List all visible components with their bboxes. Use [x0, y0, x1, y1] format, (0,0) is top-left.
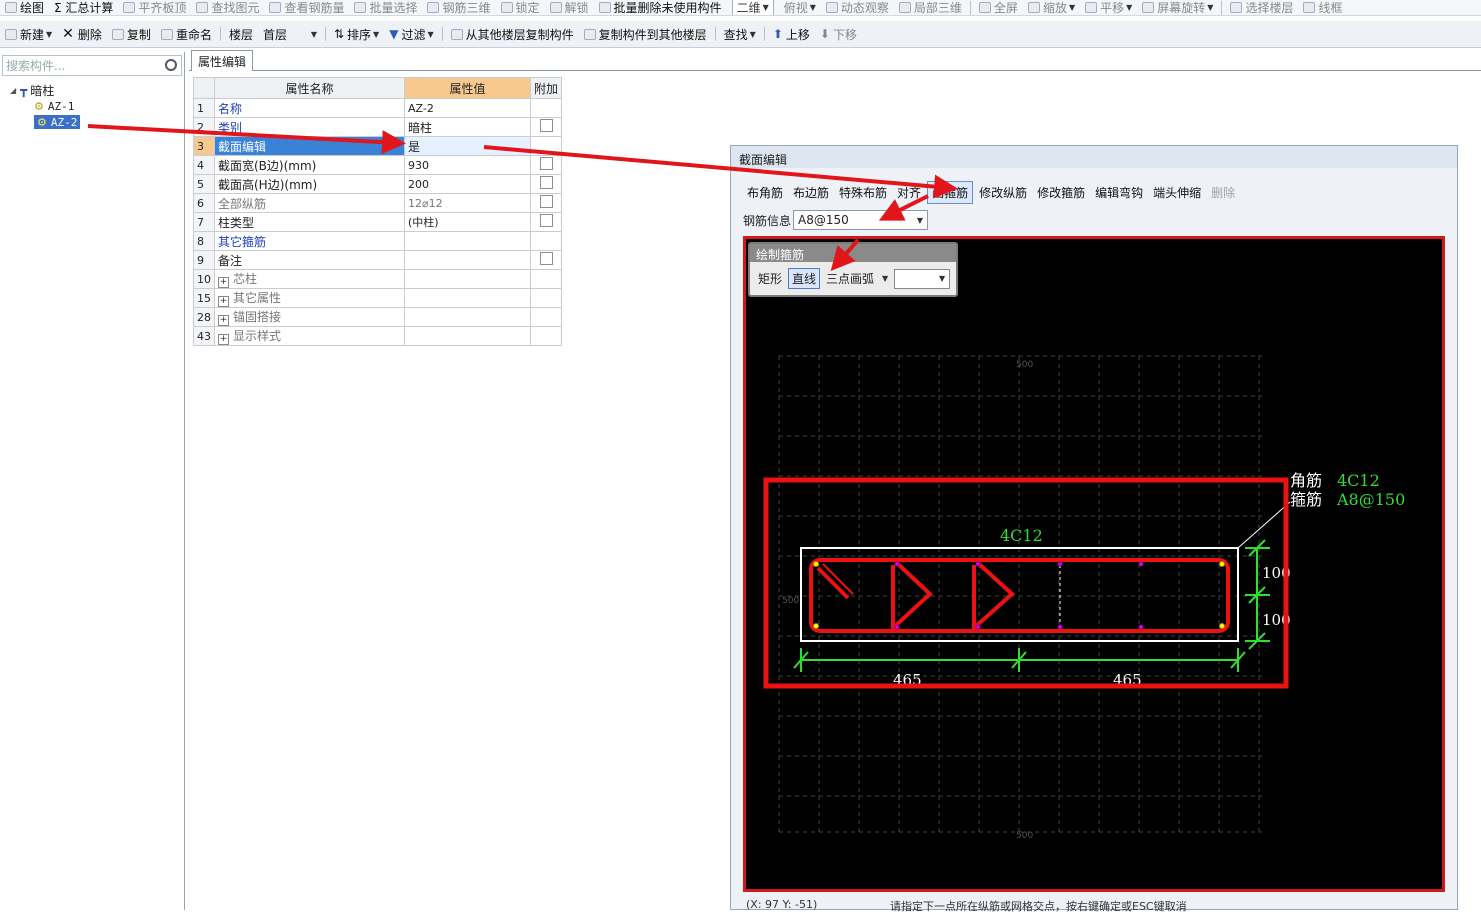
- stirrup-hook: [816, 566, 850, 600]
- top-rebar-label: 4C12: [1000, 526, 1043, 545]
- callout-stirrup-label: 箍筋: [1290, 490, 1322, 509]
- height-dimension: [1245, 539, 1270, 650]
- grid: [778, 355, 1262, 833]
- coordinates-readout: (X: 97 Y: -51): [746, 898, 818, 911]
- grid-label-left: 500: [782, 596, 799, 606]
- highlight-box: [763, 477, 1289, 689]
- grid-label-top: 500: [1016, 360, 1033, 370]
- status-hint: 请指定下一点所在纵筋或网格交点，按右键确定或ESC键取消: [890, 900, 1187, 913]
- callout-corner-value: 4C12: [1337, 471, 1380, 490]
- annotation-arrows: [87, 124, 958, 272]
- corner-rebars: [813, 561, 1225, 629]
- grid-label-bottom: 500: [1016, 831, 1033, 841]
- width-dimension: [793, 648, 1246, 672]
- status-bar: (X: 97 Y: -51) 请指定下一点所在纵筋或网格交点，按右键确定或ESC…: [738, 898, 1458, 913]
- callout-stirrup-value: A8@150: [1336, 490, 1405, 509]
- callout-corner-label: 角筋: [1290, 471, 1322, 490]
- drawing-overlay: 500 500 500 4C12 465 465 100 100 角筋 4C12…: [87, 124, 1405, 841]
